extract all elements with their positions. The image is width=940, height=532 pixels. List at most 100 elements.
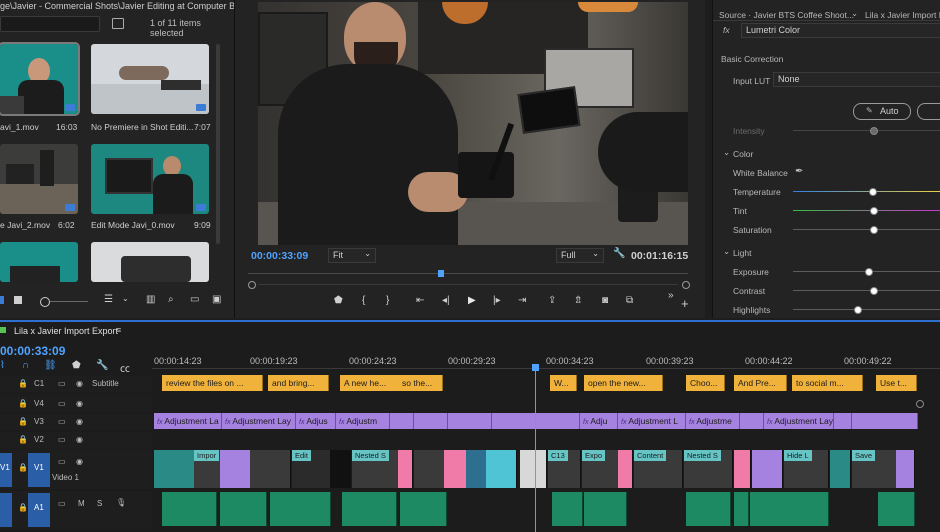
eye-icon[interactable]: ◉	[76, 435, 83, 444]
chevron-down-icon[interactable]: ⌄	[122, 294, 129, 303]
video-clip[interactable]	[154, 450, 195, 488]
audio-clip[interactable]	[878, 492, 915, 526]
audio-clip[interactable]	[734, 492, 749, 526]
video-clip[interactable]	[398, 450, 413, 488]
zoom-slider[interactable]	[50, 301, 88, 302]
step-back-icon[interactable]: ◂|	[442, 295, 450, 306]
lock-icon[interactable]: 🔒	[18, 417, 28, 426]
highlights-slider[interactable]	[793, 309, 940, 310]
mute-button[interactable]: M	[78, 499, 85, 508]
video-clip[interactable]	[830, 450, 851, 488]
time-ruler[interactable]	[152, 368, 940, 369]
toggle-sync-icon[interactable]: ▭	[58, 379, 66, 388]
list-view-icon[interactable]	[0, 296, 4, 304]
add-button-icon[interactable]: +	[681, 296, 689, 311]
search-input[interactable]	[0, 16, 100, 32]
marker-icon[interactable]: ⬟	[72, 360, 81, 371]
audio-clip[interactable]	[342, 492, 397, 526]
caption-clip[interactable]: and bring...	[268, 375, 329, 391]
toggle-sync-icon[interactable]: ▭	[58, 399, 66, 408]
lock-icon[interactable]: 🔒	[18, 435, 28, 444]
track-header-v1[interactable]: V1 🔒 V1 ▭ ◉ Video 1	[0, 449, 152, 489]
audio-clip[interactable]	[750, 492, 829, 526]
lift-icon[interactable]: ⇪	[548, 295, 556, 306]
export-frame-icon[interactable]: ◙	[602, 295, 608, 306]
basic-correction-header[interactable]: Basic Correction	[721, 54, 783, 64]
playhead-line[interactable]	[535, 368, 536, 532]
color-section-header[interactable]: Color	[733, 149, 753, 159]
adjustment-clip[interactable]: fx Adjustment L	[618, 413, 686, 429]
extract-icon[interactable]: ⇯	[574, 295, 582, 306]
caption-clip[interactable]: review the files on ...	[162, 375, 263, 391]
linked-selection-icon[interactable]: ⛓	[44, 360, 57, 371]
adjustment-clip[interactable]: fx Adjustment Layer	[764, 413, 834, 429]
track-header-a1[interactable]: 🔒 A1 ▭ M S 🎙	[0, 491, 152, 529]
adjustment-clip[interactable]: fx Adjustment Lay	[222, 413, 296, 429]
video-clip[interactable]	[220, 450, 251, 488]
intensity-slider[interactable]	[793, 130, 940, 131]
go-to-in-icon[interactable]: ⇤	[416, 295, 424, 306]
icon-view-icon[interactable]	[14, 296, 22, 304]
tint-slider[interactable]	[793, 210, 940, 211]
clip-thumbnail[interactable]	[91, 242, 209, 282]
wrench-icon[interactable]: 🔧	[96, 360, 108, 371]
adjustment-clip[interactable]	[852, 413, 918, 429]
playhead-icon[interactable]	[438, 270, 444, 277]
scrollbar[interactable]	[216, 44, 220, 244]
go-to-out-icon[interactable]: ⇥	[518, 295, 526, 306]
zoom-handle-left[interactable]	[248, 281, 256, 289]
sync-lock-icon[interactable]: ▭	[58, 499, 66, 508]
contrast-slider-knob[interactable]	[870, 287, 878, 295]
chevron-down-icon[interactable]: ⌄	[851, 8, 858, 19]
mark-in-icon[interactable]: {	[362, 295, 365, 306]
caption-clip[interactable]: Choo...	[686, 375, 725, 391]
microphone-icon[interactable]: 🎙	[116, 498, 126, 507]
light-section-header[interactable]: Light	[733, 248, 751, 258]
eye-icon[interactable]: ◉	[76, 457, 83, 466]
audio-clip[interactable]	[162, 492, 217, 526]
video-clip[interactable]	[330, 450, 351, 488]
source-tab[interactable]: Source · Javier BTS Coffee Shoot...	[719, 10, 854, 20]
temperature-slider-knob[interactable]	[869, 188, 877, 196]
sort-icon[interactable]: ☰	[104, 294, 113, 305]
video-clip[interactable]: Impor	[194, 450, 221, 488]
fit-dropdown[interactable]: Fit ⌄	[328, 248, 376, 263]
zoom-slider-knob[interactable]	[40, 297, 50, 307]
caption-clip[interactable]: Use t...	[876, 375, 917, 391]
eye-icon[interactable]: ◉	[76, 379, 83, 388]
track-header-v3[interactable]: 🔒 V3 ▭ ◉	[0, 414, 152, 430]
intensity-slider-knob[interactable]	[870, 127, 878, 135]
step-forward-icon[interactable]: |▸	[493, 295, 501, 306]
saturation-slider[interactable]	[793, 229, 940, 230]
zoom-handle-right[interactable]	[682, 281, 690, 289]
timeline-timecode[interactable]: 00:00:33:09	[0, 344, 65, 358]
reset-button[interactable]	[917, 103, 940, 120]
saturation-slider-knob[interactable]	[870, 226, 878, 234]
snap-icon[interactable]: ∩	[22, 360, 29, 371]
track-header-v2[interactable]: 🔒 V2 ▭ ◉	[0, 432, 152, 448]
automate-icon[interactable]: ▥	[146, 294, 155, 305]
video-clip[interactable]	[466, 450, 487, 488]
video-clip[interactable]: Expo	[582, 450, 619, 488]
lock-icon[interactable]: 🔒	[18, 379, 28, 388]
program-timecode[interactable]: 00:00:33:09	[251, 250, 308, 262]
video-clip[interactable]: Hide L	[784, 450, 829, 488]
audio-clip[interactable]	[220, 492, 267, 526]
video-clip[interactable]: Edit	[292, 450, 331, 488]
new-bin-icon[interactable]	[112, 18, 124, 29]
comparison-view-icon[interactable]: ⧉	[626, 295, 633, 306]
scroll-handle[interactable]	[916, 400, 924, 408]
eye-icon[interactable]: ◉	[76, 399, 83, 408]
clip-thumbnail[interactable]	[91, 144, 209, 214]
video-clip[interactable]	[896, 450, 915, 488]
clip-thumbnail[interactable]	[0, 144, 78, 214]
caption-clip[interactable]: A new he...	[340, 375, 399, 391]
video-clip[interactable]	[414, 450, 445, 488]
toggle-sync-icon[interactable]: ▭	[58, 435, 66, 444]
auto-button[interactable]: ✎ Auto	[853, 103, 911, 120]
new-bin-icon[interactable]: ▭	[190, 294, 199, 305]
adjustment-clip[interactable]	[414, 413, 448, 429]
more-icon[interactable]: »	[668, 290, 674, 301]
mark-out-icon[interactable]: }	[386, 295, 389, 306]
caption-clip[interactable]: open the new...	[584, 375, 663, 391]
